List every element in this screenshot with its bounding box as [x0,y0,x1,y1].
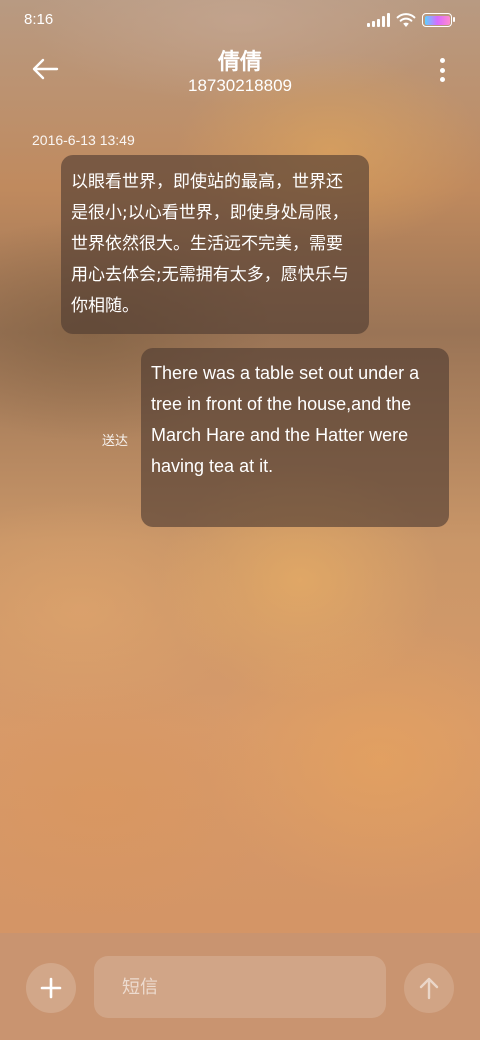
composer-bar [0,933,480,1040]
signal-icon [367,13,390,27]
outgoing-message-bubble[interactable]: There was a table set out under a tree i… [141,348,449,527]
status-bar: 8:16 [0,0,480,40]
contact-name: 倩倩 [217,50,262,75]
more-vert-icon[interactable] [438,58,446,82]
incoming-message-bubble[interactable]: 以眼看世界，即使站的最高，世界还是很小;以心看世界，即使身处局限，世界依然很大。… [61,155,369,334]
message-timestamp: 2016-6-13 13:49 [32,132,135,148]
delivered-status: 送达 [102,434,129,449]
send-arrow-up-icon [419,977,439,1000]
add-icon [40,977,62,999]
sms-input[interactable] [94,956,386,1018]
contact-number: 18730218809 [187,76,292,95]
status-time: 8:16 [24,11,54,28]
battery-level [424,15,450,25]
conversation-header: 倩倩 18730218809 [0,40,480,100]
wifi-icon [396,13,416,27]
battery-icon [422,13,455,27]
status-icons [367,12,455,28]
send-button[interactable] [404,963,454,1013]
add-attachment-button[interactable] [26,963,76,1013]
